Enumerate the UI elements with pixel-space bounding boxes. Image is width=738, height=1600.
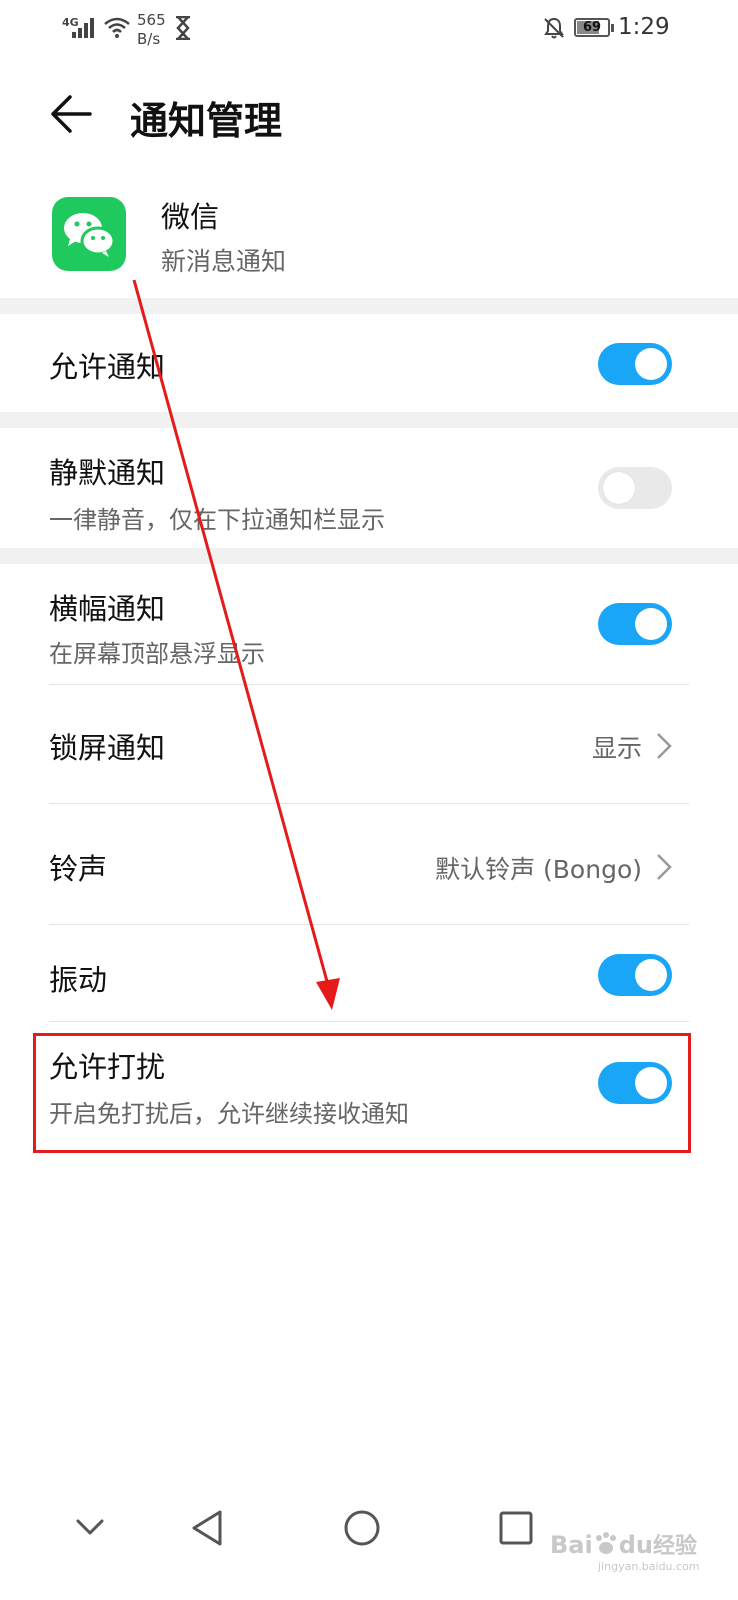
section-separator — [0, 548, 738, 564]
silent-notifications-description: 一律静音，仅在下拉通知栏显示 — [49, 506, 385, 534]
watermark-brand-suffix: du — [618, 1531, 653, 1559]
battery-icon: 69 — [574, 18, 610, 37]
banner-notifications-label: 横幅通知 — [49, 592, 166, 626]
vibration-row[interactable]: 振动 — [0, 925, 738, 1021]
vibration-label: 振动 — [49, 963, 108, 997]
signal-icon — [72, 18, 94, 38]
battery-tip — [611, 24, 614, 32]
chevron-down-icon[interactable] — [74, 1512, 106, 1544]
silent-notifications-row[interactable]: 静默通知 一律静音，仅在下拉通知栏显示 — [0, 428, 738, 548]
ringtone-value: 默认铃声 (Bongo) — [435, 855, 642, 884]
lock-screen-notifications-label: 锁屏通知 — [49, 731, 166, 765]
banner-notifications-description: 在屏幕顶部悬浮显示 — [49, 640, 265, 668]
battery-level: 69 — [582, 20, 602, 35]
watermark-brand: Bai — [550, 1531, 593, 1559]
vibration-toggle[interactable] — [598, 954, 672, 996]
lock-screen-notifications-row[interactable]: 锁屏通知 显示 — [0, 685, 738, 803]
ringtone-label: 铃声 — [49, 852, 108, 886]
silent-notifications-label: 静默通知 — [49, 456, 166, 490]
wifi-icon — [104, 17, 130, 38]
clock: 1:29 — [618, 14, 670, 40]
section-separator — [0, 412, 738, 428]
watermark-logo: Bai du经验 — [550, 1528, 697, 1560]
allow-notifications-toggle[interactable] — [598, 343, 672, 385]
watermark-url: jingyan.baidu.com — [598, 1560, 700, 1573]
ringtone-row[interactable]: 铃声 默认铃声 (Bongo) — [0, 804, 738, 924]
paw-icon — [595, 1532, 616, 1554]
back-triangle-icon[interactable] — [188, 1508, 228, 1548]
allow-notifications-row[interactable]: 允许通知 — [0, 314, 738, 412]
banner-notifications-row[interactable]: 横幅通知 在屏幕顶部悬浮显示 — [0, 564, 738, 684]
network-speed-unit: B/s — [137, 30, 161, 48]
banner-notifications-toggle[interactable] — [598, 603, 672, 645]
annotation-highlight-box — [33, 1033, 691, 1153]
chevron-right-icon — [657, 733, 672, 759]
page-title: 通知管理 — [130, 99, 283, 143]
status-bar: 4G 565 B/s 69 1:29 — [0, 0, 738, 58]
lock-screen-notifications-value: 显示 — [591, 734, 642, 763]
wechat-icon — [52, 197, 126, 271]
chevron-right-icon — [657, 854, 672, 880]
app-name: 微信 — [161, 200, 220, 234]
watermark-label: 经验 — [652, 1534, 697, 1559]
silent-notifications-toggle[interactable] — [598, 467, 672, 509]
notifications-off-icon — [544, 17, 564, 39]
network-speed-value: 565 — [137, 11, 166, 29]
home-circle-icon[interactable] — [342, 1508, 382, 1548]
arrow-left-icon[interactable] — [50, 94, 92, 134]
recents-square-icon[interactable] — [496, 1508, 536, 1548]
hourglass-icon — [176, 16, 190, 40]
app-subtitle: 新消息通知 — [161, 247, 287, 276]
allow-notifications-label: 允许通知 — [49, 350, 166, 384]
section-separator — [0, 298, 738, 314]
